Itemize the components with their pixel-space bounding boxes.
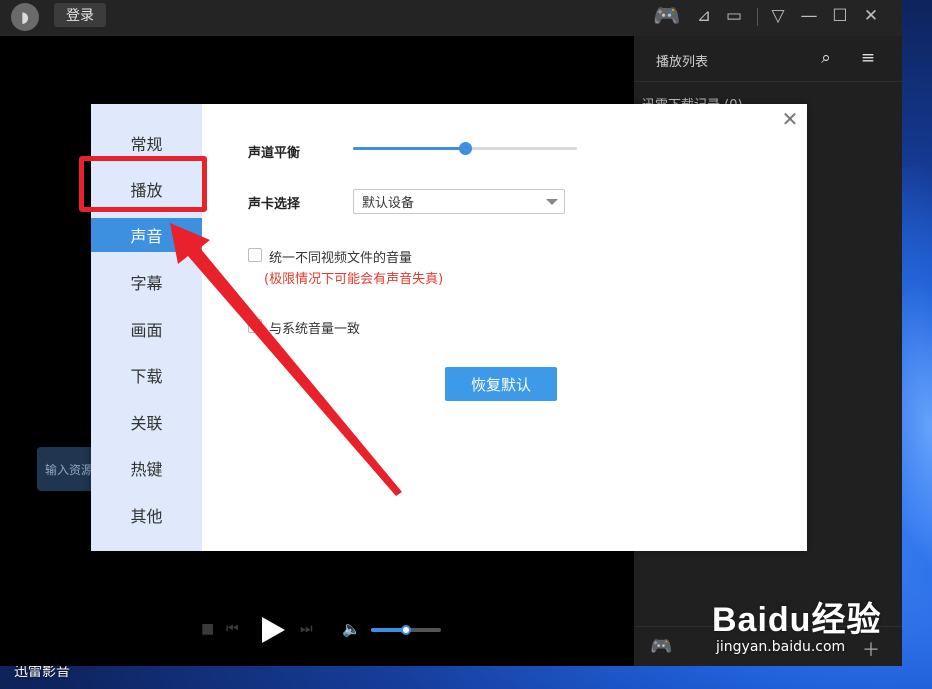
- balance-slider-knob[interactable]: [459, 142, 472, 155]
- pin-icon[interactable]: ⊿: [691, 3, 717, 29]
- volume-slider[interactable]: [371, 625, 441, 635]
- system-volume-checkbox[interactable]: [248, 319, 262, 333]
- nav-item-4[interactable]: 画面: [91, 312, 202, 346]
- soundcard-label: 声卡选择: [248, 197, 301, 212]
- balance-slider[interactable]: [353, 142, 577, 155]
- playlist-header: 播放列表 ⌕ ≡: [634, 36, 902, 82]
- unify-volume-checkbox[interactable]: [248, 248, 262, 262]
- watermark: Baidu经验 jingyan.baidu.com: [712, 592, 881, 655]
- playlist-title: 播放列表: [656, 55, 709, 70]
- nav-item-5[interactable]: 下载: [91, 358, 202, 392]
- play-icon[interactable]: [262, 617, 285, 643]
- list-menu-icon[interactable]: ≡: [856, 46, 880, 70]
- nav-item-3[interactable]: 字幕: [91, 265, 202, 299]
- search-icon[interactable]: ⌕: [814, 46, 838, 70]
- nav-item-6[interactable]: 关联: [91, 405, 202, 439]
- balance-label: 声道平衡: [248, 146, 301, 161]
- balance-slider-fill: [353, 147, 465, 150]
- soundcard-select-value: 默认设备: [362, 196, 415, 211]
- volume-slider-knob[interactable]: [401, 625, 411, 635]
- watermark-logo: Baidu经验: [712, 601, 882, 639]
- titlebar-divider: [757, 8, 758, 26]
- soundcard-select[interactable]: 默认设备: [353, 189, 565, 214]
- nav-item-8[interactable]: 其他: [91, 498, 202, 532]
- gamepad-icon[interactable]: 🎮: [653, 3, 680, 29]
- unify-volume-warning: (极限情况下可能会有声音失真): [264, 272, 444, 287]
- maximize-icon[interactable]: ☐: [827, 3, 853, 29]
- nav-item-7[interactable]: 热键: [91, 451, 202, 485]
- app-logo-icon[interactable]: ◗: [11, 3, 39, 31]
- gamepad-footer-icon[interactable]: 🎮: [650, 636, 672, 657]
- chevron-down-icon: [546, 199, 558, 205]
- login-button[interactable]: 登录: [54, 3, 106, 27]
- minimize-icon[interactable]: —: [796, 3, 822, 29]
- dropdown-menu-icon[interactable]: ▽: [765, 3, 791, 29]
- nav-item-2[interactable]: 声音: [91, 218, 202, 252]
- stop-icon[interactable]: ■: [201, 621, 214, 637]
- close-window-icon[interactable]: ✕: [858, 3, 884, 29]
- restore-defaults-button[interactable]: 恢复默认: [445, 367, 557, 401]
- previous-icon[interactable]: ⏮: [226, 621, 239, 637]
- close-dialog-icon[interactable]: ✕: [781, 109, 799, 129]
- next-icon[interactable]: ⏭: [300, 621, 313, 637]
- unify-volume-label: 统一不同视频文件的音量: [269, 251, 413, 266]
- titlebar: ◗ 登录 🎮 ⊿ ▭ ▽ — ☐ ✕: [0, 0, 902, 36]
- system-volume-label: 与系统音量一致: [269, 322, 361, 337]
- volume-icon[interactable]: 🔈: [342, 620, 361, 638]
- watermark-url: jingyan.baidu.com: [716, 639, 846, 655]
- annotation-highlight-box: [79, 156, 207, 212]
- nav-item-0[interactable]: 常规: [91, 126, 202, 160]
- folder-icon[interactable]: ▭: [721, 3, 747, 29]
